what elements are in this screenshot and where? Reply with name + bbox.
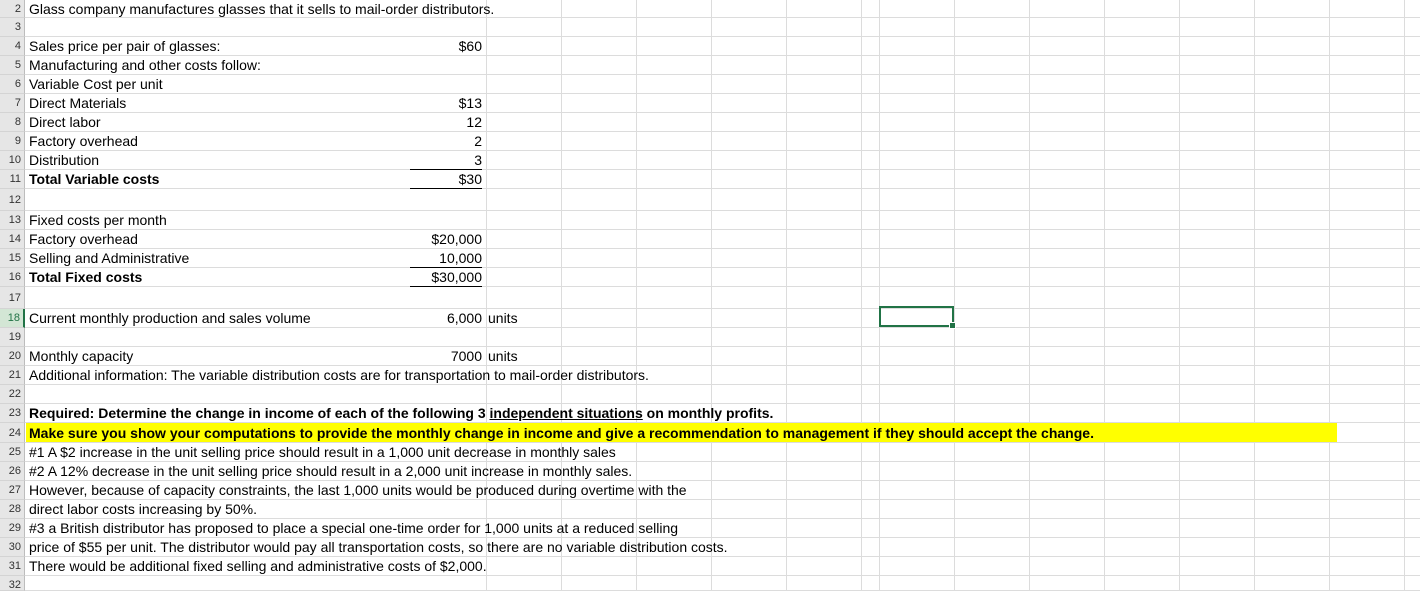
additional-info: Additional information: The variable dis… — [29, 367, 649, 383]
row-header[interactable]: 7 — [0, 94, 25, 113]
mfg-costs-label: Manufacturing and other costs follow: — [29, 57, 261, 73]
sheet-row — [25, 18, 1420, 37]
row-header[interactable]: 29 — [0, 519, 25, 538]
sheet-row — [25, 170, 1420, 189]
row-header-selected[interactable]: 18 — [0, 309, 25, 328]
sheet-row — [25, 151, 1420, 170]
row-header[interactable]: 2 — [0, 0, 25, 18]
row-header[interactable]: 17 — [0, 287, 25, 309]
distribution-label: Distribution — [29, 152, 100, 168]
row-header[interactable]: 26 — [0, 462, 25, 481]
sales-price-label: Sales price per pair of glasses: — [29, 38, 221, 54]
row-header[interactable]: 10 — [0, 151, 25, 170]
capacity-value: 7000 — [450, 348, 482, 364]
sheet-row — [25, 211, 1420, 230]
active-cell[interactable] — [879, 306, 956, 329]
sheet-row — [25, 37, 1420, 56]
row-header[interactable]: 21 — [0, 366, 25, 385]
required-line: Required: Determine the change in income… — [29, 404, 773, 422]
row-header[interactable]: 25 — [0, 443, 25, 462]
row-header[interactable]: 14 — [0, 230, 25, 249]
situation-3: #3 a British distributor has proposed to… — [29, 520, 679, 536]
sheet-row — [25, 94, 1420, 113]
sheet-row — [25, 75, 1420, 94]
required-suffix: on monthly profits. — [642, 405, 774, 421]
total-variable-value: $30 — [410, 170, 482, 189]
fill-handle[interactable] — [949, 322, 956, 329]
distribution-value: 3 — [410, 151, 482, 170]
row-header[interactable]: 6 — [0, 75, 25, 94]
situation-3-cont: price of $55 per unit. The distributor w… — [29, 539, 728, 555]
row-header[interactable]: 22 — [0, 385, 25, 404]
situation-2-cont-2: direct labor costs increasing by 50%. — [29, 501, 257, 517]
situation-1: #1 A $2 increase in the unit selling pri… — [29, 444, 616, 460]
row-header[interactable]: 12 — [0, 189, 25, 211]
sheet-row — [25, 230, 1420, 249]
situation-3-cont-2: There would be additional fixed selling … — [29, 558, 487, 574]
row-header[interactable]: 24 — [0, 423, 25, 443]
volume-label: Current monthly production and sales vol… — [29, 310, 311, 326]
sheet-row — [25, 347, 1420, 366]
total-fixed-value: $30,000 — [410, 268, 482, 287]
row-header[interactable]: 9 — [0, 132, 25, 151]
required-prefix: Required: Determine the change in income… — [29, 405, 490, 421]
row-header[interactable]: 23 — [0, 404, 25, 423]
row-header[interactable]: 28 — [0, 500, 25, 519]
row-header[interactable]: 32 — [0, 576, 25, 591]
row-header[interactable]: 16 — [0, 268, 25, 287]
volume-unit: units — [488, 310, 518, 326]
row-header[interactable]: 27 — [0, 481, 25, 500]
situation-2-cont: However, because of capacity constraints… — [29, 482, 687, 498]
row-header[interactable]: 8 — [0, 113, 25, 132]
sga-label: Selling and Administrative — [29, 250, 190, 266]
row-header[interactable]: 11 — [0, 170, 25, 189]
sales-price-value: $60 — [458, 38, 482, 54]
row-header[interactable]: 20 — [0, 347, 25, 366]
fixed-overhead-label: Factory overhead — [29, 231, 138, 247]
spreadsheet-grid[interactable]: 2 3 4 5 6 7 8 9 10 11 12 13 14 15 16 17 … — [0, 0, 1420, 591]
volume-value: 6,000 — [446, 310, 482, 326]
factory-overhead-label: Factory overhead — [29, 133, 138, 149]
make-sure-text: Make sure you show your computations to … — [29, 425, 1094, 441]
sheet-row — [25, 268, 1420, 287]
sheet-row — [25, 287, 1420, 309]
sga-value: 10,000 — [410, 249, 482, 268]
variable-cost-header: Variable Cost per unit — [29, 76, 163, 92]
sheet-row — [25, 249, 1420, 268]
sheet-row — [25, 576, 1420, 591]
situation-2: #2 A 12% decrease in the unit selling pr… — [29, 463, 633, 479]
sheet-row — [25, 385, 1420, 404]
row-header[interactable]: 31 — [0, 557, 25, 576]
sheet-row — [25, 328, 1420, 347]
direct-labor-label: Direct labor — [29, 114, 101, 130]
row-header[interactable]: 19 — [0, 328, 25, 347]
factory-overhead-value: 2 — [474, 133, 482, 149]
row-header[interactable]: 15 — [0, 249, 25, 268]
direct-labor-value: 12 — [466, 114, 482, 130]
row-header[interactable]: 30 — [0, 538, 25, 557]
total-variable-label: Total Variable costs — [29, 171, 160, 187]
row-header[interactable]: 3 — [0, 18, 25, 37]
sheet-row — [25, 132, 1420, 151]
sheet-row — [25, 189, 1420, 211]
intro-text: Glass company manufactures glasses that … — [29, 1, 495, 17]
fixed-overhead-value: $20,000 — [431, 231, 482, 247]
row-header[interactable]: 13 — [0, 211, 25, 230]
fixed-costs-header: Fixed costs per month — [29, 212, 167, 228]
capacity-unit: units — [488, 348, 518, 364]
required-underlined: independent situations — [489, 405, 643, 421]
row-header[interactable]: 4 — [0, 37, 25, 56]
direct-materials-label: Direct Materials — [29, 95, 127, 111]
sheet-row — [25, 113, 1420, 132]
capacity-label: Monthly capacity — [29, 348, 134, 364]
direct-materials-value: $13 — [458, 95, 482, 111]
total-fixed-label: Total Fixed costs — [29, 269, 143, 285]
row-header[interactable]: 5 — [0, 56, 25, 75]
